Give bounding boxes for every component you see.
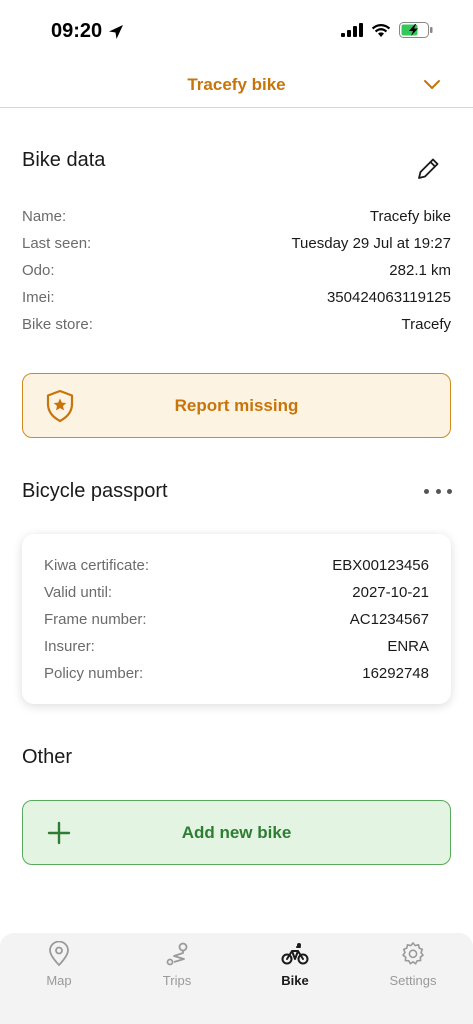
row-value: 282.1 km — [389, 261, 451, 279]
header-title: Tracefy bike — [187, 74, 286, 94]
bike-data-title: Bike data — [22, 149, 106, 171]
bike-icon — [281, 943, 309, 965]
report-missing-button[interactable]: Report missing — [22, 373, 451, 438]
bike-data-row-odo: Odo: 282.1 km — [22, 260, 451, 280]
bike-data-row-store: Bike store: Tracefy — [22, 314, 451, 334]
row-label: Bike store: — [22, 315, 93, 333]
status-bar: 09:20 — [0, 0, 473, 62]
row-value: AC1234567 — [349, 610, 429, 628]
tab-trips[interactable]: Trips — [118, 941, 236, 993]
route-icon — [166, 942, 188, 966]
report-missing-label: Report missing — [174, 396, 299, 415]
more-options-icon[interactable] — [424, 480, 452, 502]
row-label: Imei: — [22, 288, 55, 306]
battery-charging-icon — [399, 22, 433, 38]
chevron-down-icon[interactable] — [423, 76, 441, 94]
row-label: Kiwa certificate: — [44, 556, 150, 574]
add-new-bike-label: Add new bike — [181, 823, 292, 842]
cellular-signal-icon — [341, 23, 363, 37]
bike-data-row-imei: Imei: 350424063119125 — [22, 287, 451, 307]
passport-title: Bicycle passport — [22, 480, 168, 502]
row-value: 2027-10-21 — [352, 583, 429, 601]
status-time-text: 09:20 — [51, 20, 103, 42]
row-label: Policy number: — [44, 664, 144, 682]
passport-card: Kiwa certificate: EBX00123456 Valid unti… — [22, 534, 451, 704]
tab-bar: Map Trips Bike Settings — [0, 933, 473, 1024]
row-label: Frame number: — [44, 610, 147, 628]
row-label: Name: — [22, 207, 67, 225]
tab-label: Settings — [389, 973, 437, 988]
passport-row-policy-number: Policy number: 16292748 — [44, 663, 429, 683]
add-new-bike-button[interactable]: Add new bike — [22, 800, 451, 865]
row-value: Tracefy bike — [369, 207, 451, 225]
row-value: ENRA — [387, 637, 429, 655]
row-value: EBX00123456 — [332, 556, 429, 574]
status-icons — [333, 22, 433, 38]
row-value: Tuesday 29 Jul at 19:27 — [291, 234, 451, 252]
gear-icon — [402, 942, 424, 965]
row-label: Odo: — [22, 261, 55, 279]
passport-row-valid-until: Valid until: 2027-10-21 — [44, 582, 429, 602]
row-label: Insurer: — [44, 637, 95, 655]
passport-row-frame-number: Frame number: AC1234567 — [44, 609, 429, 629]
tab-bike[interactable]: Bike — [236, 941, 354, 993]
status-time: 09:20 — [51, 20, 124, 43]
passport-row-kiwa: Kiwa certificate: EBX00123456 — [44, 555, 429, 575]
map-pin-icon — [49, 941, 69, 967]
bike-data-row-name: Name: Tracefy bike — [22, 206, 451, 226]
passport-row-insurer: Insurer: ENRA — [44, 636, 429, 656]
row-value: 16292748 — [362, 664, 429, 682]
row-label: Last seen: — [22, 234, 92, 252]
tab-label: Trips — [162, 973, 192, 988]
pencil-icon[interactable] — [414, 155, 442, 183]
bike-data-row-last-seen: Last seen: Tuesday 29 Jul at 19:27 — [22, 233, 451, 253]
tab-label: Bike — [281, 973, 309, 988]
row-value: 350424063119125 — [326, 288, 451, 306]
location-arrow-icon — [109, 24, 124, 39]
tab-map[interactable]: Map — [0, 941, 118, 993]
row-label: Valid until: — [44, 583, 113, 601]
other-title: Other — [22, 746, 73, 768]
tab-settings[interactable]: Settings — [354, 941, 472, 993]
wifi-icon — [371, 23, 391, 37]
tab-label: Map — [46, 973, 72, 988]
row-value: Tracefy — [401, 315, 451, 333]
bike-selector-header[interactable]: Tracefy bike — [0, 62, 473, 108]
